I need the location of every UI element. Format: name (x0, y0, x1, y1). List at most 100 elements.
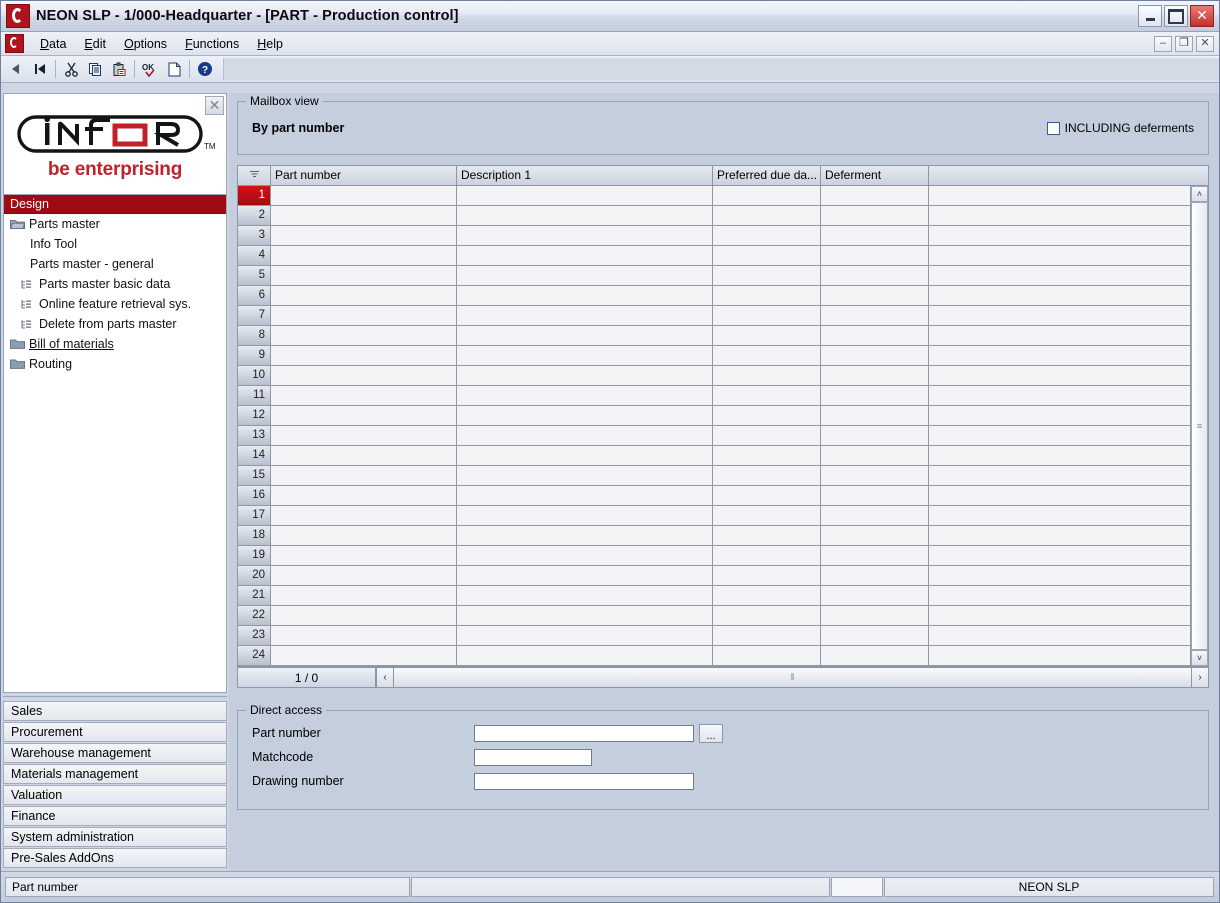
table-cell[interactable] (271, 386, 457, 405)
table-cell[interactable] (929, 186, 1190, 205)
table-row[interactable]: 8 (238, 326, 1190, 346)
table-cell[interactable] (457, 466, 713, 485)
column-filter-icon[interactable] (238, 166, 271, 185)
checkbox-box[interactable] (1046, 121, 1060, 135)
part-number-browse-button[interactable]: ... (699, 723, 723, 743)
table-cell[interactable] (713, 406, 821, 425)
part-number-input[interactable] (474, 724, 694, 742)
table-cell[interactable] (821, 366, 929, 385)
table-cell[interactable] (271, 606, 457, 625)
table-row[interactable]: 7 (238, 306, 1190, 326)
module-button-valuation[interactable]: Valuation (3, 785, 227, 805)
table-cell[interactable] (713, 446, 821, 465)
table-cell[interactable] (457, 186, 713, 205)
table-row[interactable]: 20 (238, 566, 1190, 586)
table-cell[interactable] (821, 206, 929, 225)
table-cell[interactable] (821, 446, 929, 465)
table-cell[interactable] (271, 466, 457, 485)
table-cell[interactable] (457, 426, 713, 445)
grid-vertical-scrollbar[interactable]: ˄ ≡ ˅ (1190, 186, 1208, 666)
column-header-blank[interactable] (929, 166, 1208, 185)
table-cell[interactable] (929, 626, 1190, 645)
table-cell[interactable] (821, 566, 929, 585)
table-cell[interactable] (271, 446, 457, 465)
row-number[interactable]: 12 (238, 406, 271, 425)
row-number[interactable]: 23 (238, 626, 271, 645)
sidebar-item-online-feature-retrieval[interactable]: Online feature retrieval sys. (4, 294, 226, 314)
table-cell[interactable] (929, 466, 1190, 485)
table-cell[interactable] (821, 406, 929, 425)
table-cell[interactable] (821, 186, 929, 205)
table-cell[interactable] (821, 266, 929, 285)
table-cell[interactable] (713, 326, 821, 345)
ok-confirm-icon[interactable]: OK (138, 58, 162, 80)
table-cell[interactable] (457, 286, 713, 305)
table-cell[interactable] (457, 326, 713, 345)
table-cell[interactable] (271, 626, 457, 645)
table-cell[interactable] (929, 246, 1190, 265)
module-button-sales[interactable]: Sales (3, 701, 227, 721)
table-cell[interactable] (457, 406, 713, 425)
mdi-minimize-button[interactable]: – (1154, 35, 1172, 52)
table-cell[interactable] (821, 286, 929, 305)
scroll-right-button[interactable]: › (1191, 667, 1209, 688)
table-cell[interactable] (821, 226, 929, 245)
maximize-button[interactable] (1164, 5, 1188, 27)
row-number[interactable]: 21 (238, 586, 271, 605)
table-row[interactable]: 3 (238, 226, 1190, 246)
row-number[interactable]: 20 (238, 566, 271, 585)
menu-help[interactable]: Help (248, 35, 292, 53)
table-cell[interactable] (713, 506, 821, 525)
table-cell[interactable] (821, 466, 929, 485)
table-cell[interactable] (821, 346, 929, 365)
table-cell[interactable] (271, 226, 457, 245)
table-cell[interactable] (713, 286, 821, 305)
column-header-part-number[interactable]: Part number (271, 166, 457, 185)
column-header-description-1[interactable]: Description 1 (457, 166, 713, 185)
table-cell[interactable] (929, 606, 1190, 625)
table-cell[interactable] (457, 446, 713, 465)
module-button-warehouse-management[interactable]: Warehouse management (3, 743, 227, 763)
table-cell[interactable] (821, 526, 929, 545)
menu-data[interactable]: Data (31, 35, 75, 53)
table-cell[interactable] (821, 506, 929, 525)
sidebar-close-button[interactable]: ✕ (205, 96, 224, 115)
table-cell[interactable] (271, 346, 457, 365)
row-number[interactable]: 17 (238, 506, 271, 525)
module-button-procurement[interactable]: Procurement (3, 722, 227, 742)
table-cell[interactable] (929, 546, 1190, 565)
table-cell[interactable] (271, 326, 457, 345)
table-cell[interactable] (821, 306, 929, 325)
table-cell[interactable] (929, 526, 1190, 545)
table-cell[interactable] (929, 286, 1190, 305)
row-number[interactable]: 16 (238, 486, 271, 505)
table-cell[interactable] (821, 246, 929, 265)
row-number[interactable]: 11 (238, 386, 271, 405)
row-number[interactable]: 24 (238, 646, 271, 665)
table-cell[interactable] (821, 586, 929, 605)
scroll-left-button[interactable]: ‹ (376, 667, 394, 688)
horizontal-scrollbar[interactable]: ⦀ (394, 667, 1191, 688)
table-cell[interactable] (821, 546, 929, 565)
sidebar-item-parts-master[interactable]: Parts master (4, 214, 226, 234)
table-cell[interactable] (929, 266, 1190, 285)
table-cell[interactable] (457, 566, 713, 585)
sidebar-item-parts-master-basic-data[interactable]: Parts master basic data (4, 274, 226, 294)
table-cell[interactable] (457, 526, 713, 545)
table-cell[interactable] (821, 326, 929, 345)
table-cell[interactable] (713, 226, 821, 245)
column-header-deferment[interactable]: Deferment (821, 166, 929, 185)
row-number[interactable]: 7 (238, 306, 271, 325)
table-cell[interactable] (457, 486, 713, 505)
table-cell[interactable] (457, 346, 713, 365)
table-cell[interactable] (929, 646, 1190, 665)
table-cell[interactable] (929, 506, 1190, 525)
table-cell[interactable] (271, 206, 457, 225)
mdi-app-icon[interactable] (5, 34, 24, 53)
column-header-preferred-due-date[interactable]: Preferred due da... (713, 166, 821, 185)
table-row[interactable]: 21 (238, 586, 1190, 606)
table-cell[interactable] (457, 226, 713, 245)
table-cell[interactable] (713, 466, 821, 485)
scroll-thumb-vertical[interactable]: ≡ (1191, 202, 1208, 650)
table-cell[interactable] (457, 306, 713, 325)
